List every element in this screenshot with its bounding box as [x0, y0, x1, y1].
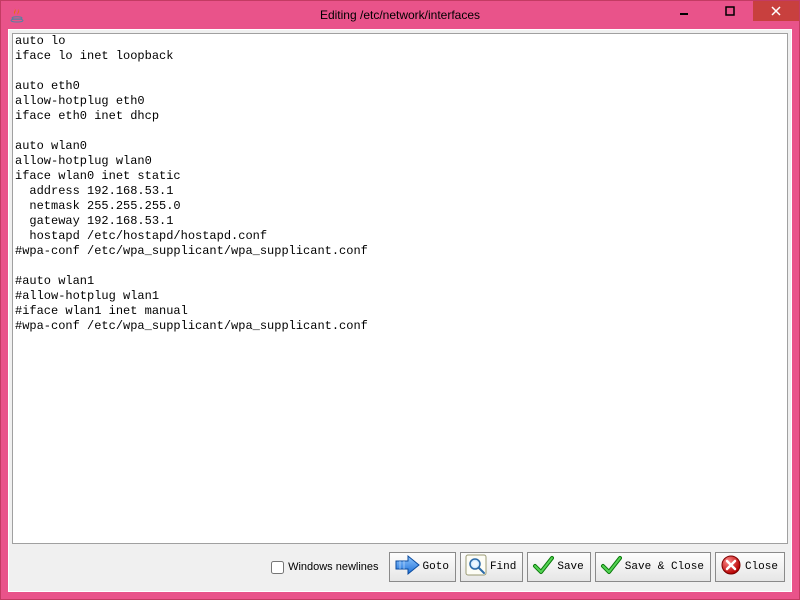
close-button[interactable]: Close	[715, 552, 785, 582]
goto-icon	[394, 554, 420, 580]
window-frame: Editing /etc/network/interfaces Windows …	[0, 0, 800, 600]
find-button[interactable]: Find	[460, 552, 523, 582]
close-label: Close	[745, 561, 778, 573]
maximize-button[interactable]	[707, 1, 753, 21]
save-button[interactable]: Save	[527, 552, 590, 582]
check-icon	[532, 554, 554, 580]
check-icon	[600, 554, 622, 580]
windows-newlines-checkbox[interactable]	[271, 561, 284, 574]
find-label: Find	[490, 561, 516, 573]
save-label: Save	[557, 561, 583, 573]
windows-newlines-label: Windows newlines	[288, 561, 378, 573]
titlebar[interactable]: Editing /etc/network/interfaces	[1, 1, 799, 29]
save-and-close-button[interactable]: Save & Close	[595, 552, 711, 582]
windows-newlines-option[interactable]: Windows newlines	[271, 561, 378, 574]
java-app-icon	[9, 7, 25, 23]
toolbar: Windows newlines Goto Find Save	[13, 547, 787, 587]
window-close-button[interactable]	[753, 1, 799, 21]
goto-button[interactable]: Goto	[389, 552, 456, 582]
find-icon	[465, 554, 487, 580]
editor-container	[12, 33, 788, 544]
close-icon	[720, 554, 742, 580]
window-controls	[661, 1, 799, 21]
save-close-label: Save & Close	[625, 561, 704, 573]
goto-label: Goto	[423, 561, 449, 573]
minimize-button[interactable]	[661, 1, 707, 21]
client-area: Windows newlines Goto Find Save	[8, 29, 792, 592]
text-editor[interactable]	[13, 34, 787, 543]
